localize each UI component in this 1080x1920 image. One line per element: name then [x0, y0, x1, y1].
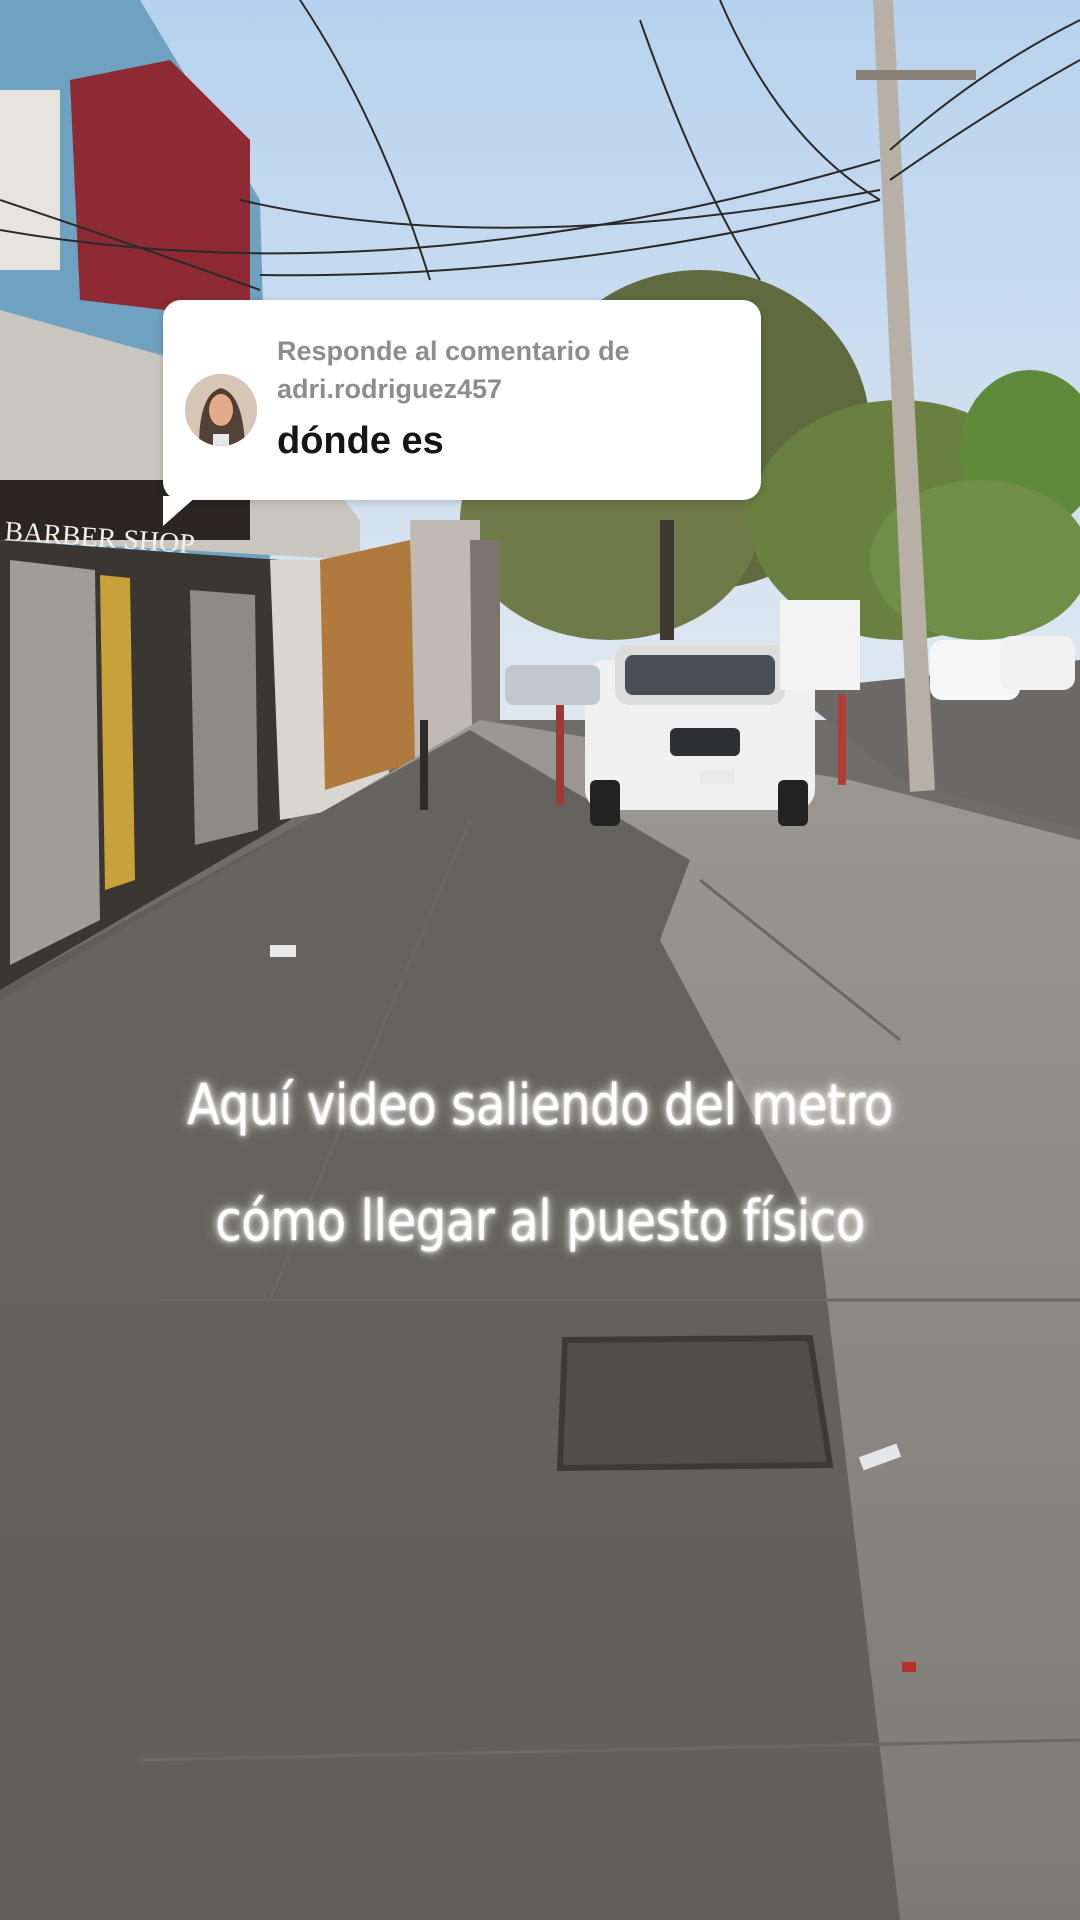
caption-line-2: cómo llegar al puesto físico: [215, 1189, 865, 1254]
video-frame[interactable]: BARBER SHOP Responde al comentario de ad…: [0, 0, 1080, 1920]
caption-line-1: Aquí video saliendo del metro: [187, 1073, 893, 1138]
commenter-username[interactable]: adri.rodriguez457: [277, 370, 747, 408]
manhole-cover: [556, 1334, 834, 1472]
avatar-image: [185, 374, 257, 446]
reply-comment-bubble[interactable]: Responde al comentario de adri.rodriguez…: [163, 300, 761, 526]
reply-header: Responde al comentario de adri.rodriguez…: [277, 332, 747, 408]
comment-text: dónde es: [277, 420, 444, 462]
reply-label: Responde al comentario de: [277, 336, 630, 366]
video-caption: Aquí video saliendo del metro cómo llega…: [76, 1048, 1005, 1280]
street-scene-video: BARBER SHOP: [0, 0, 1080, 1920]
commenter-avatar: [185, 374, 257, 446]
bubble-tail: [163, 496, 197, 526]
